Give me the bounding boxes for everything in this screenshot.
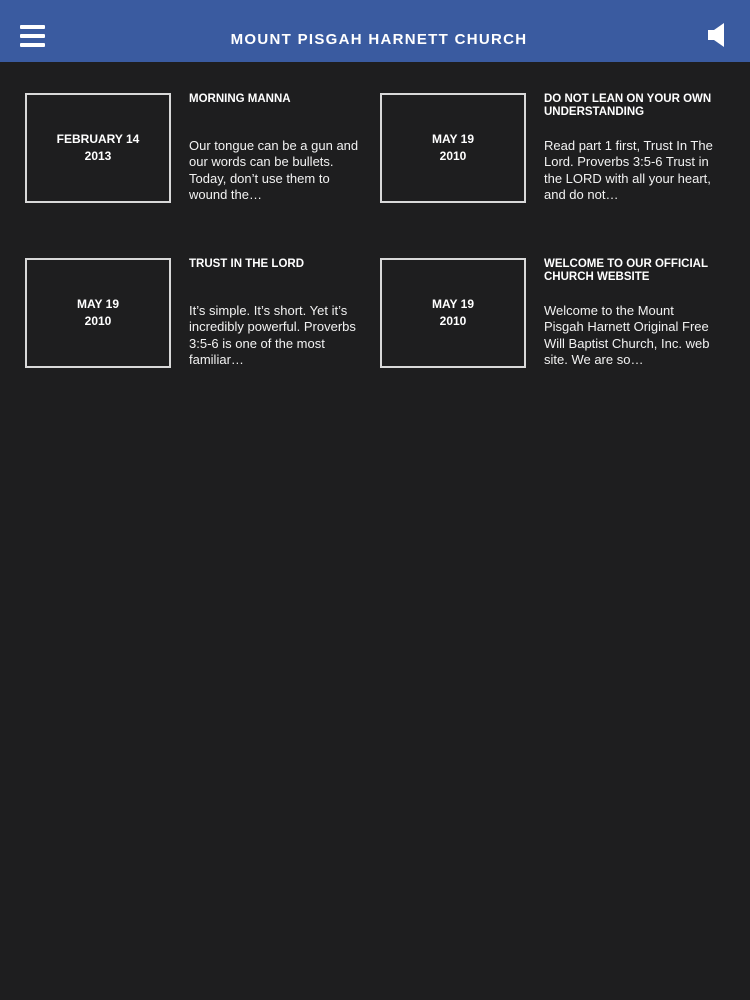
post-date-month-day: FEBRUARY 14 [56,132,140,146]
speaker-icon[interactable] [707,22,727,48]
post-date-month-day: MAY 19 [76,297,120,311]
post-card[interactable]: FEBRUARY 14 2013 MORNING MANNA Our tongu… [25,93,365,208]
post-date-month-day: MAY 19 [431,132,475,146]
post-excerpt: Our tongue can be a gun and our words ca… [189,138,359,202]
post-date-box[interactable]: MAY 19 2010 [380,258,526,368]
post-card[interactable]: MAY 19 2010 WELCOME TO OUR OFFICIAL CHUR… [380,258,720,373]
post-date-year: 2010 [84,314,112,328]
post-date-box[interactable]: MAY 19 2010 [25,258,171,368]
post-excerpt: Read part 1 first, Trust In The Lord. Pr… [544,138,713,202]
post-card[interactable]: MAY 19 2010 TRUST IN THE LORD It’s simpl… [25,258,365,373]
post-title[interactable]: DO NOT LEAN ON YOUR OWN UNDERSTANDING [544,93,714,119]
post-date-year: 2010 [439,149,467,163]
post-date-year: 2013 [84,149,112,163]
post-date-box[interactable]: FEBRUARY 14 2013 [25,93,171,203]
post-excerpt: Welcome to the Mount Pisgah Harnett Orig… [544,303,710,367]
post-date-year: 2010 [439,314,467,328]
post-date-box[interactable]: MAY 19 2010 [380,93,526,203]
post-card[interactable]: MAY 19 2010 DO NOT LEAN ON YOUR OWN UNDE… [380,93,720,208]
post-date-month-day: MAY 19 [431,297,475,311]
menu-bar-line [20,25,45,29]
post-excerpt: It’s simple. It’s short. Yet it’s incred… [189,303,356,367]
post-title[interactable]: TRUST IN THE LORD [189,258,359,271]
post-title[interactable]: MORNING MANNA [189,93,359,106]
app-title: MOUNT PISGAH HARNETT CHURCH [230,31,528,48]
post-title[interactable]: WELCOME TO OUR OFFICIAL CHURCH WEBSITE [544,258,714,284]
top-app-bar: MOUNT PISGAH HARNETT CHURCH [0,0,750,62]
